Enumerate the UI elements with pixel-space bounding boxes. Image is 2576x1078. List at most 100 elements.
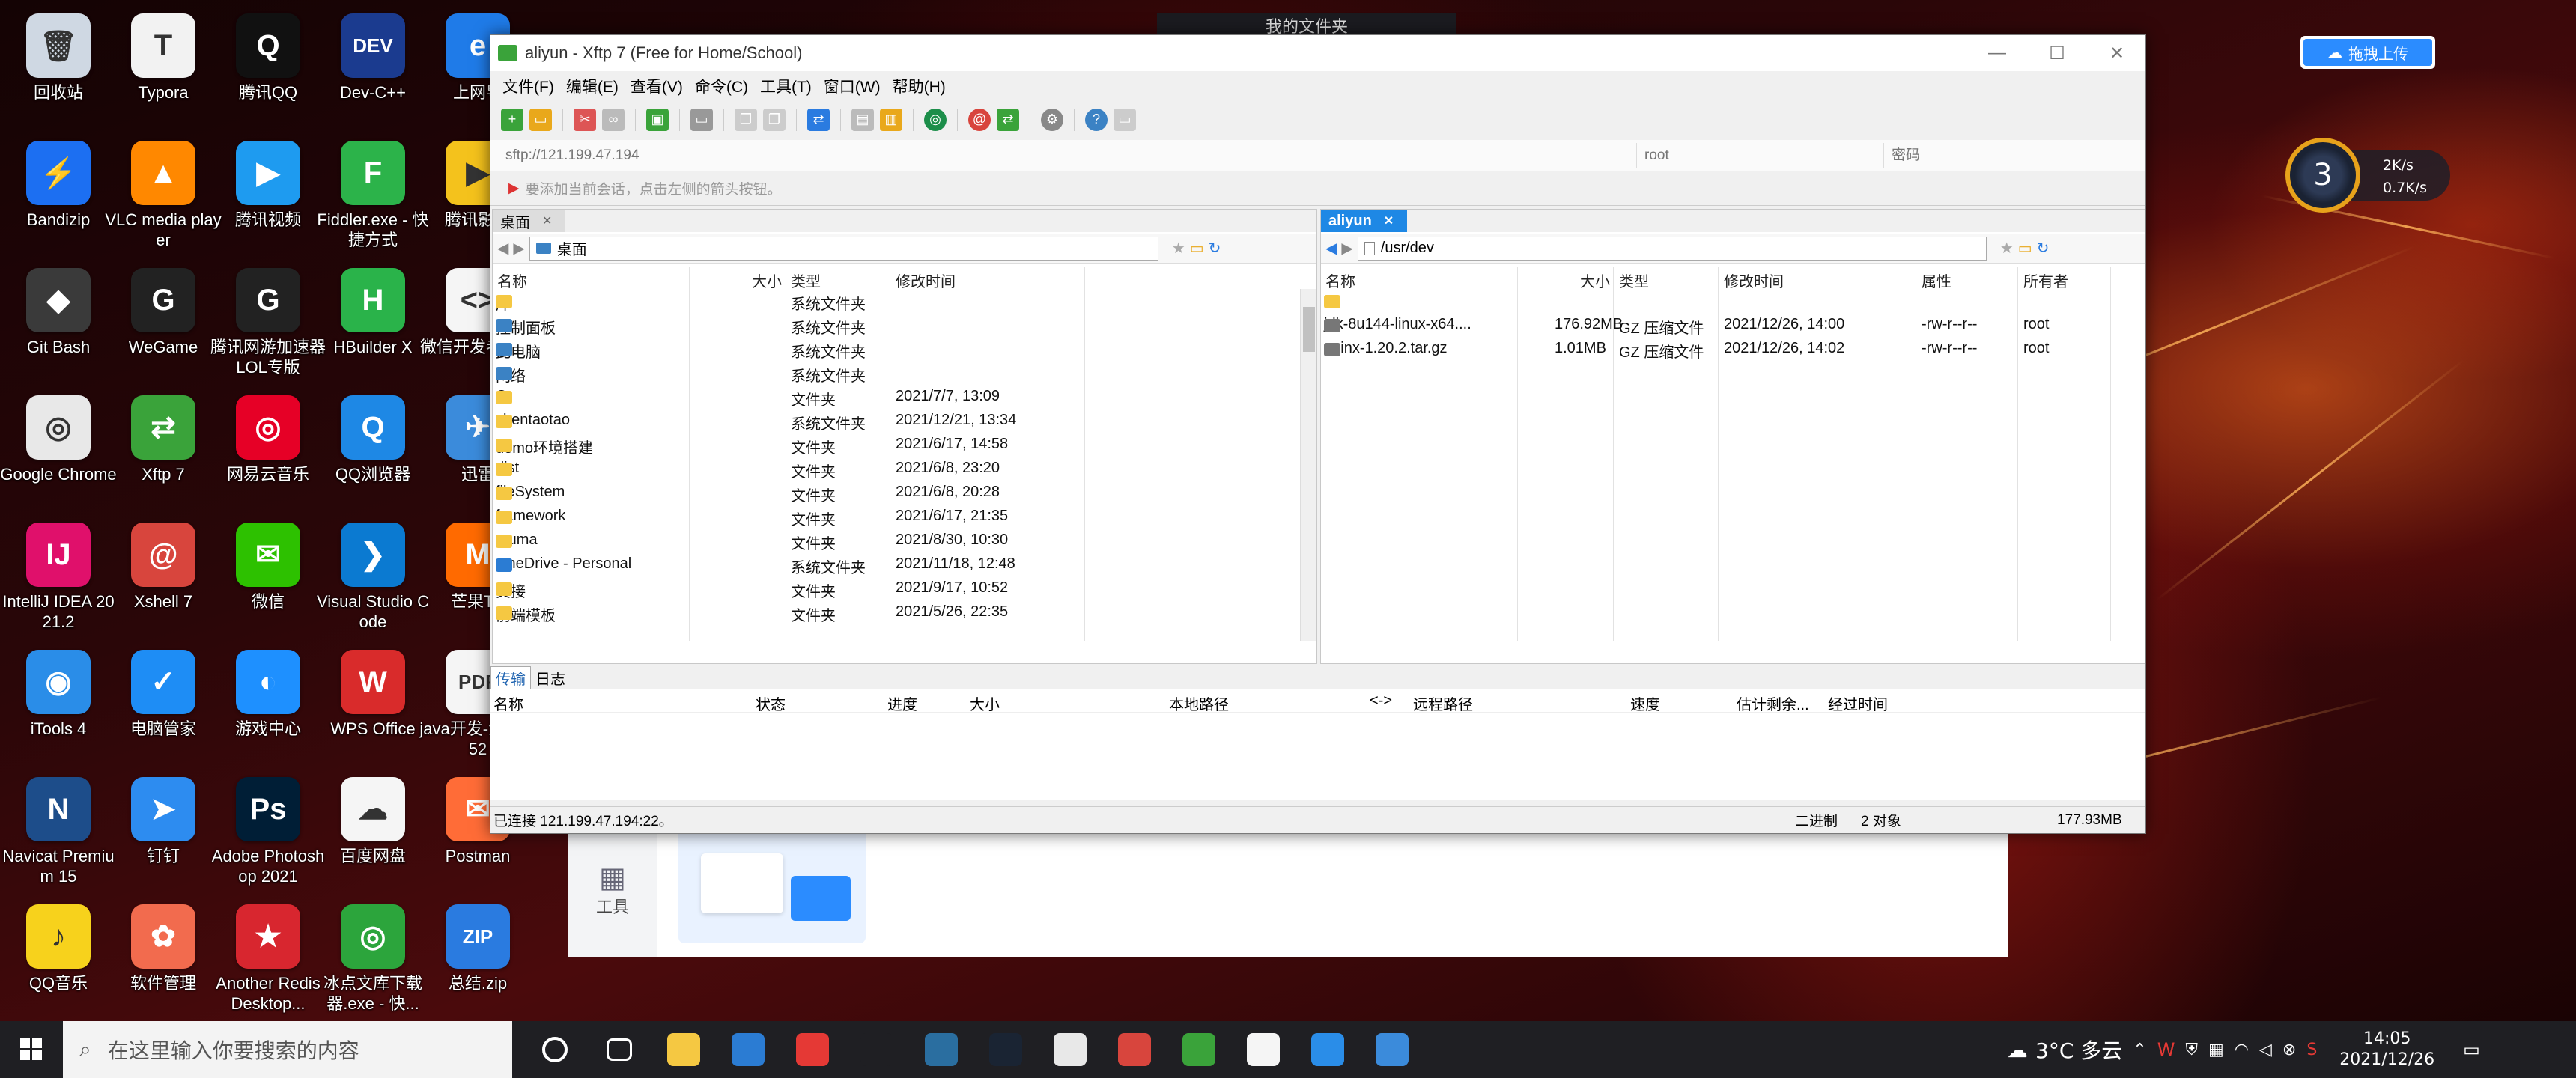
paste-icon[interactable]: ❐ — [763, 108, 786, 131]
menu-item-6[interactable]: 窗口(W) — [818, 75, 887, 97]
taskbar-lol[interactable] — [973, 1021, 1038, 1078]
transfer-col-3[interactable]: 进度 — [887, 692, 917, 714]
local-scrollbar[interactable] — [1300, 289, 1316, 641]
desktop-icon-31[interactable]: ☁ 百度网盘 — [315, 770, 431, 889]
desktop-icon-27[interactable]: H HBuilder X — [315, 261, 431, 380]
file-row[interactable]: 交接文件夹2021/9/17, 10:52 — [493, 576, 1316, 600]
taskbar-cortana[interactable] — [523, 1021, 587, 1078]
taskbar-chrome[interactable] — [1038, 1021, 1102, 1078]
close-circle-icon[interactable]: ⊗ — [2282, 1041, 2296, 1059]
file-row[interactable]: 此电脑 系统文件夹 — [493, 337, 1316, 361]
desktop-icon-23[interactable]: Ps Adobe Photoshop 2021 — [210, 770, 326, 889]
copy-icon[interactable]: ❐ — [735, 108, 757, 131]
desktop-icon-24[interactable]: ★ Another Redis Desktop... — [210, 897, 326, 1017]
menu-item-3[interactable]: 查看(V) — [625, 75, 689, 97]
desktop-icon-12[interactable]: ⇄ Xftp 7 — [105, 388, 222, 508]
desktop-icon-17[interactable]: Q 腾讯QQ — [210, 6, 326, 126]
desktop-icon-40[interactable]: ZIP 总结.zip — [419, 897, 536, 1017]
taskbar-xftp[interactable] — [1167, 1021, 1231, 1078]
host-address-input[interactable] — [490, 142, 1636, 168]
desktop-icon-28[interactable]: Q QQ浏览器 — [315, 388, 431, 508]
transfer-col-2[interactable]: 状态 — [756, 692, 786, 714]
new-session-icon[interactable]: + — [501, 108, 523, 131]
col-attr[interactable]: 属性 — [1922, 270, 1951, 291]
col-size[interactable]: 大小 — [752, 270, 782, 291]
desktop-icon-16[interactable]: ✿ 软件管理 — [105, 897, 222, 1017]
desktop-icon-8[interactable]: ♪ QQ音乐 — [0, 897, 117, 1017]
start-button[interactable] — [0, 1021, 63, 1078]
sync-icon[interactable]: ⇄ — [807, 108, 830, 131]
taskbar-browser[interactable] — [1295, 1021, 1360, 1078]
new-window-icon[interactable]: ▣ — [646, 108, 669, 131]
input-method-icon[interactable]: S — [2306, 1041, 2317, 1059]
remote-path-field[interactable]: /usr/dev — [1357, 236, 1987, 261]
col-name[interactable]: 名称 — [1325, 270, 1355, 291]
tab-transfer[interactable]: 传输 — [490, 666, 531, 689]
local-path-field[interactable]: 桌面 — [529, 236, 1158, 261]
desktop-icon-4[interactable]: ◎ Google Chrome — [0, 388, 117, 508]
file-row[interactable]: fileSystem 文件夹 2021/6/8, 20:28 — [493, 481, 1316, 505]
menu-item-4[interactable]: 命令(C) — [689, 75, 754, 97]
desktop-icon-26[interactable]: F Fiddler.exe - 快捷方式 — [315, 133, 431, 253]
menu-item-1[interactable]: 文件(F) — [496, 75, 560, 97]
terminal-icon[interactable]: ▭ — [690, 108, 713, 131]
file-row[interactable]: .. — [1321, 289, 2145, 313]
file-row[interactable]: C文件夹2021/7/7, 13:09 — [493, 385, 1316, 409]
taskbar-file-explorer[interactable] — [651, 1021, 716, 1078]
clipboard-icon[interactable]: ▥ — [880, 108, 902, 131]
chat-icon[interactable]: ▭ — [1114, 108, 1136, 131]
taskbar-red-app[interactable] — [780, 1021, 845, 1078]
desktop-icon-21[interactable]: ✉ 微信 — [210, 515, 326, 635]
col-name[interactable]: 名称 — [497, 270, 527, 291]
file-row[interactable]: muma 文件夹 2021/8/30, 10:30 — [493, 529, 1316, 552]
close-icon[interactable]: ✕ — [542, 213, 552, 228]
taskbar-mail[interactable] — [716, 1021, 780, 1078]
open-folder-icon[interactable]: ▭ — [529, 108, 552, 131]
desktop-icon-1[interactable]: 🗑 回收站 — [0, 6, 117, 126]
chevron-up-icon[interactable]: ⌃ — [2133, 1041, 2146, 1059]
file-row[interactable]: jdk-8u144-linux-x64.... 176.92MB GZ 压缩文件 20… — [1321, 313, 2145, 337]
help-icon[interactable]: ? — [1085, 108, 1108, 131]
xftp-icon[interactable]: ⇄ — [997, 108, 1019, 131]
col-type[interactable]: 类型 — [1619, 270, 1649, 291]
password-input[interactable] — [1883, 142, 2130, 168]
menu-item-2[interactable]: 编辑(E) — [560, 75, 625, 97]
reconnect-icon[interactable]: ∞ — [602, 108, 625, 131]
sidebar-item-tools[interactable]: ▦ 工具 — [592, 861, 634, 918]
file-row[interactable]: 控制面板 系统文件夹 — [493, 313, 1316, 337]
desktop-icon-10[interactable]: ▲ VLC media player — [105, 133, 222, 253]
transfer-col-8[interactable]: 速度 — [1630, 692, 1660, 714]
star-icon[interactable]: ★ — [1172, 239, 1185, 258]
file-row[interactable]: demo环境搭建 文件夹 2021/6/17, 14:58 — [493, 433, 1316, 457]
xshell-icon[interactable]: @ — [968, 108, 991, 131]
transfer-mode[interactable]: 二进制 — [1795, 810, 1838, 830]
transfer-col-9[interactable]: 估计剩余... — [1737, 692, 1809, 714]
file-row[interactable]: nginx-1.20.2.tar.gz 1.01MB GZ 压缩文件 2021/12/… — [1321, 337, 2145, 361]
transfer-col-10[interactable]: 经过时间 — [1828, 692, 1888, 714]
upload-button[interactable]: ☁ 拖拽上传 — [2300, 36, 2435, 69]
taskbar-xshell[interactable] — [1102, 1021, 1167, 1078]
menu-item-5[interactable]: 工具(T) — [754, 75, 818, 97]
desktop-icon-30[interactable]: W WPS Office — [315, 642, 431, 762]
refresh-icon[interactable]: ↻ — [2037, 239, 2050, 258]
antivirus-tray-icon[interactable]: ⛨ — [2185, 1041, 2198, 1059]
file-row[interactable]: framework 文件夹 2021/6/17, 21:35 — [493, 505, 1316, 529]
transfer-col-1[interactable]: 名称 — [493, 692, 523, 714]
forward-icon[interactable]: ▶ — [1341, 239, 1352, 258]
title-bar[interactable]: aliyun - Xftp 7 (Free for Home/School) —… — [490, 35, 2145, 71]
taskbar-baidu-netdisk[interactable] — [1231, 1021, 1295, 1078]
taskbar-thunder[interactable] — [1360, 1021, 1424, 1078]
file-row[interactable]: 网络系统文件夹 — [493, 361, 1316, 385]
volume-icon[interactable]: ◁ — [2259, 1041, 2272, 1059]
col-size[interactable]: 大小 — [1580, 270, 1610, 291]
desktop-icon-13[interactable]: @ Xshell 7 — [105, 515, 222, 635]
close-icon[interactable]: ✕ — [1384, 213, 1394, 228]
desktop-icon-9[interactable]: T Typora — [105, 6, 222, 126]
forward-icon[interactable]: ▶ — [513, 239, 524, 258]
network-icon[interactable]: ▦ — [2208, 1041, 2224, 1059]
minimize-button[interactable]: — — [1967, 35, 2027, 71]
star-icon[interactable]: ★ — [2000, 239, 2014, 258]
menu-item-7[interactable]: 帮助(H) — [887, 75, 952, 97]
desktop-icon-22[interactable]: ◐ 游戏中心 — [210, 642, 326, 762]
disconnect-icon[interactable]: ✂ — [574, 108, 596, 131]
